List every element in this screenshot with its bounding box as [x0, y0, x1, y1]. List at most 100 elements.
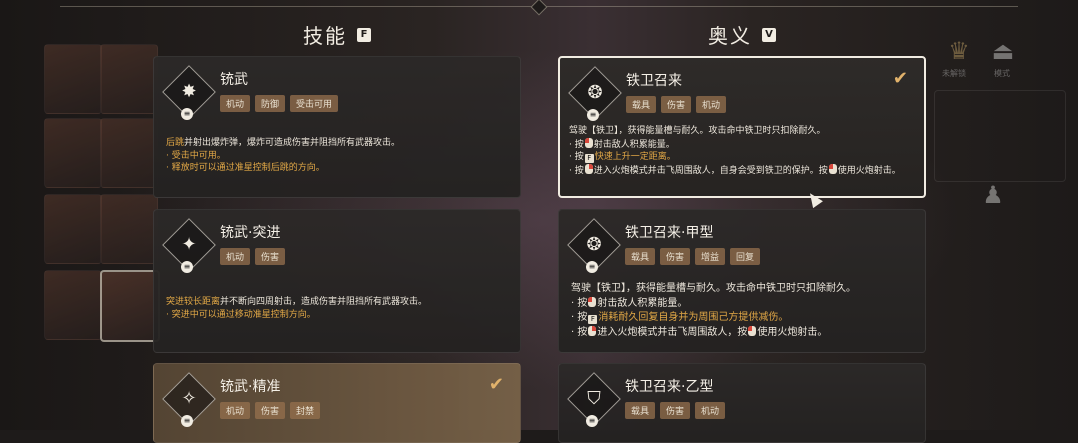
left-mouse-icon	[588, 296, 597, 307]
ultimate-tag: 伤害	[660, 402, 691, 419]
description-bullet: · 突进中可以通过移动准星控制方向。	[166, 309, 316, 320]
hud-panel	[934, 90, 1066, 182]
ultimate-tag: 伤害	[661, 96, 692, 113]
menu-icon[interactable]: ≡	[587, 109, 599, 121]
ultimate-tag: 载具	[625, 248, 656, 265]
character-thumbnail-selected[interactable]	[100, 270, 160, 342]
ultimate-tag: 伤害	[660, 248, 691, 265]
crown-icon: ♛	[948, 37, 970, 65]
skill-description: 后跳并射出爆炸弹，爆炸可造成伤害并阻挡所有武器攻击。 · 受击中可用。 · 释放…	[166, 137, 400, 175]
checkmark-icon: ✔	[892, 68, 908, 89]
description-text: 进入火炮模式并击飞周围敌人，自身会受到铁卫的保护。按	[593, 165, 828, 176]
skill-card[interactable]: ✦ ≡ 铳武·突进 机动 伤害 突进较长距离并不断向四周射击，造成伤害并阻挡所有…	[153, 209, 521, 353]
skill-tags: 机动 伤害 封禁	[220, 402, 321, 419]
description-bullet-prefix: · 按	[569, 139, 584, 150]
description-highlight: 快速上升一定距离。	[594, 152, 676, 162]
description-highlight: 后跳	[166, 138, 185, 148]
character-thumbnail[interactable]	[44, 44, 102, 114]
mech-guard-icon: ❂	[587, 82, 603, 103]
background-hud: ♛ 未解锁 ⏏ 模式 ♟	[928, 30, 1078, 430]
menu-icon[interactable]: ≡	[181, 415, 193, 427]
ultimate-tag: 载具	[626, 96, 657, 113]
description-text: 驾驶【铁卫】，获得能量槽与耐久。攻击命中铁卫时只扣除耐久。	[571, 283, 856, 294]
left-mouse-icon	[828, 163, 837, 174]
menu-icon[interactable]: ≡	[586, 415, 598, 427]
mech-guard-alt-icon: ⛉	[587, 388, 601, 409]
description-bullet: · 受击中可用。	[166, 150, 226, 161]
character-thumbnail[interactable]	[44, 118, 102, 188]
key-f-icon: F	[584, 154, 594, 163]
skill-tag: 防御	[255, 95, 286, 112]
skills-header: 技能 F	[303, 20, 371, 49]
ultimate-tags: 载具 伤害 增益 回复	[625, 248, 761, 265]
description-bullet: · 释放时可以通过准星控制后跳的方向。	[166, 163, 325, 173]
description-text: 使用火炮射击。	[757, 326, 828, 338]
skill-name: 铳武	[220, 72, 248, 88]
ultimate-tag: 载具	[625, 402, 656, 419]
description-bullet-prefix: · 按	[571, 312, 588, 323]
character-silhouette-icon: ♟	[982, 181, 1004, 209]
character-thumbnail[interactable]	[44, 270, 102, 340]
ultimate-tag: 回复	[730, 248, 761, 265]
hud-label: 模式	[994, 69, 1010, 78]
character-thumbnail[interactable]	[100, 44, 158, 114]
description-bullet-prefix: · 按	[571, 297, 588, 309]
key-f-icon: F	[588, 315, 598, 324]
skill-card[interactable]: ✸ ≡ 铳武 机动 防御 受击可用 后跳并射出爆炸弹，爆炸可造成伤害并阻挡所有武…	[153, 56, 521, 198]
mech-guard-icon: ❂	[586, 234, 602, 255]
ultimate-card[interactable]: ❂ ≡ 铁卫召来·甲型 载具 伤害 增益 回复 驾驶【铁卫】，获得能量槽与耐久。…	[558, 209, 926, 353]
skill-description: 突进较长距离并不断向四周射击，造成伤害并阻挡所有武器攻击。 · 突进中可以通过移…	[166, 296, 427, 321]
skill-tag: 伤害	[255, 248, 286, 265]
hud-label: 未解锁	[942, 69, 966, 78]
skills-title: 技能	[303, 24, 347, 48]
ultimates-hotkey-badge: V	[762, 27, 776, 42]
character-thumbnail[interactable]	[100, 194, 158, 264]
ultimate-description: 驾驶【铁卫】，获得能量槽与耐久。攻击命中铁卫时只扣除耐久。 · 按射击敌人积累能…	[569, 125, 901, 177]
ultimate-card-selected[interactable]: ❂ ≡ 铁卫召来 ✔ 载具 伤害 机动 驾驶【铁卫】，获得能量槽与耐久。攻击命中…	[558, 56, 926, 198]
ultimate-name: 铁卫召来·甲型	[625, 225, 714, 241]
character-thumbnail[interactable]	[44, 194, 102, 264]
description-text: 射击敌人积累能量。	[597, 297, 688, 309]
skill-tag: 机动	[220, 402, 251, 419]
skill-tag: 机动	[220, 248, 251, 265]
ultimate-tag: 增益	[695, 248, 726, 265]
ultimate-name: 铁卫召来	[626, 73, 682, 89]
description-text: 射击敌人积累能量。	[593, 139, 675, 150]
ultimate-card[interactable]: ⛉ ≡ 铁卫召来·乙型 载具 伤害 机动	[558, 363, 926, 443]
skill-name: 铳武·突进	[220, 225, 281, 241]
description-bullet-prefix: · 按	[571, 326, 588, 338]
bell-icon: ⏏	[991, 37, 1015, 65]
skill-card-equipped[interactable]: ✧ ≡ 铳武·精准 ✔ 机动 伤害 封禁	[153, 363, 521, 443]
description-text: 使用火炮射击。	[837, 165, 901, 176]
description-text: 并射出爆炸弹，爆炸可造成伤害并阻挡所有武器攻击。	[184, 138, 401, 148]
ultimates-title: 奥义	[708, 24, 752, 48]
skill-tag: 伤害	[255, 402, 286, 419]
description-highlight: 消耗耐久回复自身并为周围己方提供减伤。	[598, 312, 789, 323]
ultimate-name: 铁卫召来·乙型	[625, 379, 714, 395]
skill-tag: 受击可用	[290, 95, 339, 112]
skill-tags: 机动 伤害	[220, 248, 286, 265]
description-highlight: 突进较长距离	[166, 297, 221, 307]
skill-tag: 封禁	[290, 402, 321, 419]
ultimate-tags: 载具 伤害 机动	[626, 96, 727, 113]
skill-tags: 机动 防御 受击可用	[220, 95, 339, 112]
dash-icon: ✦	[181, 234, 197, 255]
menu-icon[interactable]: ≡	[181, 261, 193, 273]
skill-tag: 机动	[220, 95, 251, 112]
ultimates-header: 奥义 V	[708, 20, 776, 49]
ultimate-tag: 机动	[695, 402, 726, 419]
description-bullet-prefix: · 按	[569, 152, 584, 162]
description-text: 并不断向四周射击，造成伤害并阻挡所有武器攻击。	[220, 297, 428, 307]
menu-icon[interactable]: ≡	[181, 108, 193, 120]
menu-icon[interactable]: ≡	[586, 261, 598, 273]
description-text: 驾驶【铁卫】，获得能量槽与耐久。攻击命中铁卫时只扣除耐久。	[569, 126, 826, 136]
ultimate-tags: 载具 伤害 机动	[625, 402, 726, 419]
explosion-icon: ✸	[181, 81, 197, 102]
right-mouse-icon	[584, 163, 593, 174]
skill-name: 铳武·精准	[220, 379, 281, 395]
checkmark-icon: ✔	[488, 374, 504, 395]
precision-icon: ✧	[181, 388, 197, 409]
description-text: 进入火炮模式并击飞周围敌人，按	[597, 326, 748, 338]
character-thumbnail[interactable]	[100, 118, 158, 188]
skills-hotkey-badge: F	[357, 27, 371, 42]
